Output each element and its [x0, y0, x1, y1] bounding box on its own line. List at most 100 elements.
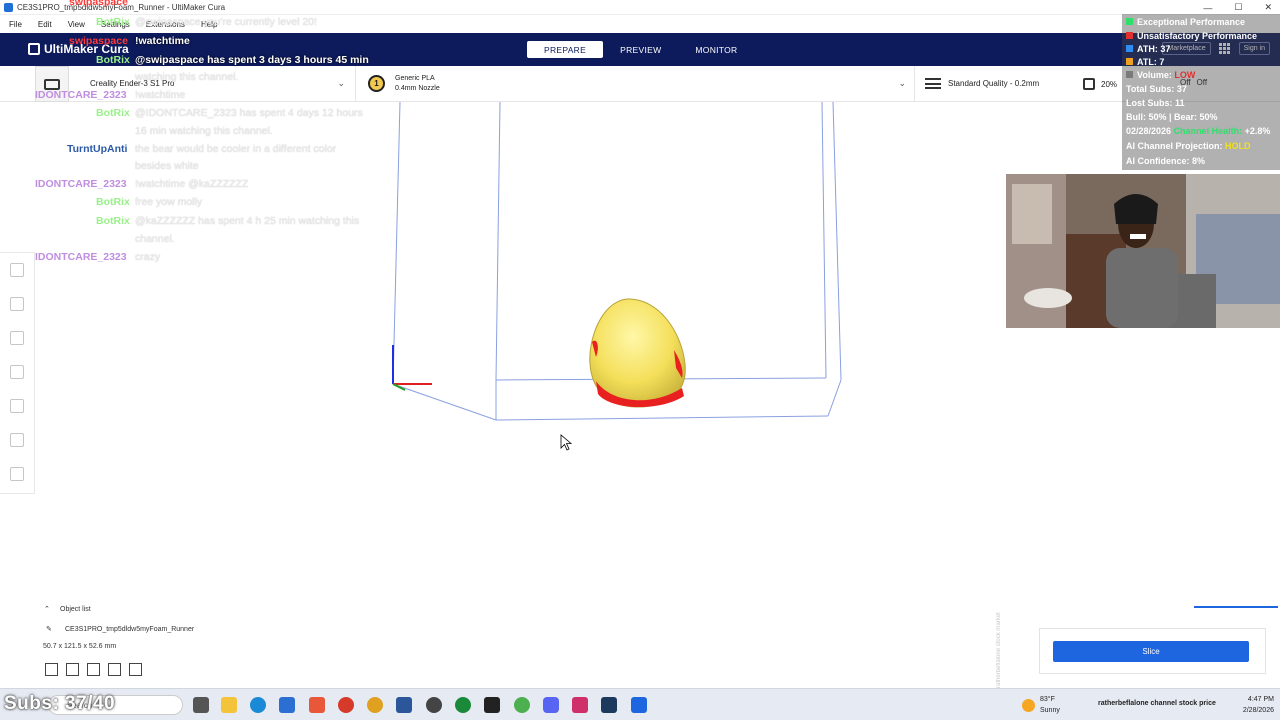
minimize-button[interactable]: —	[1203, 3, 1212, 13]
stat-total-subs: Total Subs: 37	[1126, 84, 1187, 94]
subs-counter: Subs: 37/40	[4, 693, 116, 714]
pencil-icon[interactable]: ✎	[46, 625, 52, 633]
menu-settings[interactable]: Settings	[101, 20, 130, 29]
chrome-alt-icon[interactable]	[514, 697, 530, 713]
view-3d-icon[interactable]	[45, 663, 58, 676]
clock-time: 4:47 PM	[1247, 696, 1274, 703]
legend-exceptional: Exceptional Performance	[1126, 17, 1245, 27]
menu-file[interactable]: File	[9, 20, 22, 29]
cura-app-icon	[4, 2, 13, 12]
discord-icon[interactable]	[543, 697, 559, 713]
stat-bull-bear: Bull: 50% | Bear: 50%	[1126, 112, 1218, 122]
view-left-icon[interactable]	[108, 663, 121, 676]
window-titlebar: CE3S1PRO_tmp5dldw5myFoam_Runner - UltiMa…	[0, 0, 1280, 15]
ultimaker-logo-icon	[28, 43, 40, 55]
object-list-panel: ⌃ Object list ✎ CE3S1PRO_tmp5dldw5myFoam…	[36, 600, 336, 684]
undo-tool-icon[interactable]	[10, 365, 24, 379]
menu-help[interactable]: Help	[201, 20, 217, 29]
slice-progress-line	[1194, 606, 1278, 608]
printer-selector[interactable]: Creality Ender-3 S1 Pro ⌄	[80, 66, 356, 102]
close-button[interactable]: ✕	[1264, 2, 1272, 13]
windows-taskbar: Search Subs: 37/40 83°F Sunny ratherbefla…	[0, 688, 1280, 720]
webcam-image	[1006, 174, 1280, 328]
sliders-icon	[925, 78, 941, 89]
view-top-icon[interactable]	[87, 663, 100, 676]
channel-stats-overlay: Exceptional Performance Unsatisfactory P…	[1122, 14, 1280, 170]
stat-lost-subs: Lost Subs: 11	[1126, 98, 1185, 108]
xbox-icon[interactable]	[455, 697, 471, 713]
quality-label: Standard Quality - 0.2mm	[948, 79, 1040, 88]
logo-text: UltiMaker Cura	[44, 42, 129, 56]
extruder-badge: 1	[368, 75, 385, 92]
view-cube-buttons	[45, 663, 142, 676]
app-icon[interactable]	[572, 697, 588, 713]
material-name: Generic PLA	[395, 75, 435, 82]
menu-view[interactable]: View	[68, 20, 85, 29]
media-app-icon[interactable]	[338, 697, 354, 713]
legend-unsatisfactory: Unsatisfactory Performance	[1126, 31, 1257, 41]
tab-prepare[interactable]: PREPARE	[527, 41, 604, 58]
weather-widget[interactable]: 83°F Sunny	[1022, 694, 1060, 716]
app-icon[interactable]	[309, 697, 325, 713]
blue-square-icon	[1126, 45, 1133, 52]
screen: { "window": { "title": "CE3S1PRO_tmp5dld…	[0, 0, 1280, 720]
cura-taskbar-icon[interactable]	[631, 697, 647, 713]
move-tool-icon[interactable]	[10, 263, 24, 277]
print-setup-toolbar: Creality Ender-3 S1 Pro ⌄ 1 Generic PLA …	[0, 66, 1280, 102]
model-foam-runner[interactable]	[589, 298, 686, 408]
stage-tabs: PREPARE PREVIEW MONITOR	[527, 41, 755, 58]
open-file-button[interactable]	[35, 66, 69, 102]
steam-icon[interactable]	[601, 697, 617, 713]
task-view-icon[interactable]	[193, 697, 209, 713]
clock-date: 2/28/2026	[1242, 707, 1274, 714]
weather-temp: 83°F	[1040, 696, 1055, 703]
infill-selector[interactable]: 20%	[1083, 78, 1117, 90]
nozzle-size: 0.4mm Nozzle	[395, 85, 440, 92]
tab-monitor[interactable]: MONITOR	[678, 41, 754, 58]
stat-confidence: AI Confidence: 8%	[1126, 156, 1206, 166]
mirror-tool-icon[interactable]	[10, 399, 24, 413]
menu-bar: File Edit View Settings Extensions Help	[0, 15, 1280, 33]
view-right-icon[interactable]	[129, 663, 142, 676]
system-clock[interactable]: 4:47 PM 2/28/2026	[1243, 694, 1274, 716]
edge-icon[interactable]	[250, 697, 266, 713]
window-title: CE3S1PRO_tmp5dldw5myFoam_Runner - UltiMa…	[17, 2, 226, 12]
material-selector[interactable]: 1 Generic PLA 0.4mm Nozzle ⌄	[360, 66, 915, 102]
per-model-settings-icon[interactable]	[10, 433, 24, 447]
object-list-toggle[interactable]: ⌃	[44, 605, 50, 613]
infill-icon	[1083, 78, 1095, 90]
rotate-tool-icon[interactable]	[10, 331, 24, 345]
maximize-button[interactable]: ☐	[1234, 2, 1242, 13]
webcam-feed	[1006, 174, 1280, 328]
quality-selector[interactable]: Standard Quality - 0.2mm	[925, 78, 1039, 89]
scale-tool-icon[interactable]	[10, 297, 24, 311]
weather-desc: Sunny	[1040, 707, 1060, 714]
file-explorer-icon[interactable]	[221, 697, 237, 713]
chevron-down-icon: ⌄	[337, 78, 345, 88]
logo: UltiMaker Cura	[28, 42, 129, 56]
obs-icon[interactable]	[426, 697, 442, 713]
menu-edit[interactable]: Edit	[38, 20, 52, 29]
tab-preview[interactable]: PREVIEW	[603, 41, 678, 58]
orange-square-icon	[1126, 58, 1133, 65]
transform-tools	[0, 252, 35, 494]
gray-square-icon	[1126, 71, 1133, 78]
stat-volume: Volume: LOW	[1126, 70, 1195, 80]
vertical-watermark: ratherbeflalone stock market	[996, 612, 1002, 688]
app-icon[interactable]	[484, 697, 500, 713]
object-name: CE3S1PRO_tmp5dldw5myFoam_Runner	[65, 626, 195, 633]
slice-button[interactable]: Slice	[1053, 641, 1249, 662]
support-blocker-icon[interactable]	[10, 467, 24, 481]
view-front-icon[interactable]	[66, 663, 79, 676]
stat-ath: ATH: 37	[1126, 44, 1170, 54]
chrome-icon[interactable]	[367, 697, 383, 713]
menu-extensions[interactable]: Extensions	[146, 20, 185, 29]
store-icon[interactable]	[279, 697, 295, 713]
folder-icon	[44, 78, 60, 90]
mouse-cursor-icon	[560, 434, 573, 451]
printer-name: Creality Ender-3 S1 Pro	[90, 79, 175, 88]
sun-icon	[1022, 698, 1035, 712]
stock-ticker: ratherbeflalone channel stock price	[1098, 700, 1216, 707]
word-icon[interactable]	[396, 697, 412, 713]
chevron-down-icon: ⌄	[898, 78, 906, 88]
